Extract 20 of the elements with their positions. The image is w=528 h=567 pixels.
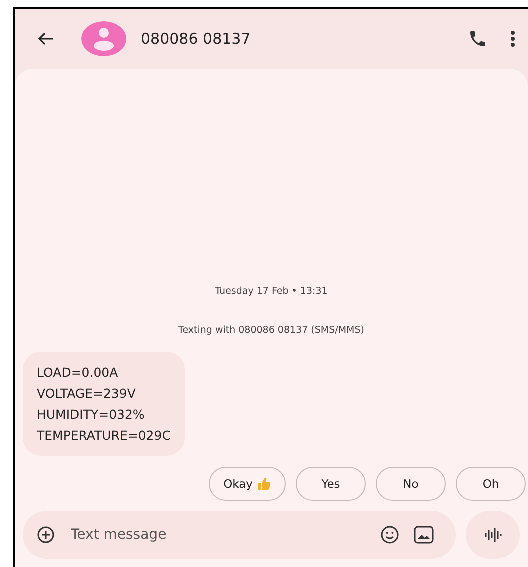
suggestion-chip[interactable]: Oh xyxy=(456,467,526,501)
message-bubble: LOAD=0.00A VOLTAGE=239V HUMIDITY=032% TEMPERATURE=029C xyxy=(23,352,185,456)
more-options-icon xyxy=(510,30,516,48)
composer-bar[interactable]: Text message xyxy=(23,511,456,559)
voice-message-button[interactable] xyxy=(466,511,520,559)
emoji-icon[interactable] xyxy=(380,525,400,545)
phone-icon xyxy=(468,29,488,49)
contact-name: 080086 08137 xyxy=(141,30,251,48)
image-icon[interactable] xyxy=(414,526,434,544)
date-label: Tuesday 17 Feb • 13:31 xyxy=(215,286,328,297)
back-arrow-icon xyxy=(37,30,55,48)
waveform-icon xyxy=(484,527,502,543)
thumbs-up-icon xyxy=(257,477,271,491)
add-icon xyxy=(37,526,55,544)
suggestion-chip[interactable]: No xyxy=(376,467,446,501)
suggestion-chip[interactable]: Yes xyxy=(296,467,366,501)
suggestion-chip[interactable]: Okay xyxy=(208,467,286,501)
conversation-info-text: Texting with 080086 08137 (SMS/MMS) xyxy=(178,325,364,336)
avatar-icon xyxy=(81,21,127,57)
message-input-field[interactable]: Text message xyxy=(69,526,366,544)
